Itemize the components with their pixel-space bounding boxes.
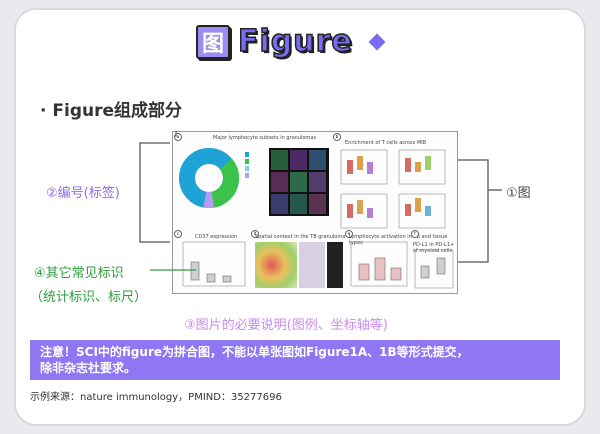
note-line2: 除非杂志社要求。 — [40, 361, 137, 375]
note-line1: 注意！SCI中的figure为拼合图，不能以单张图如Figure1A、1B等形式… — [40, 345, 469, 359]
note-banner: 注意！SCI中的figure为拼合图，不能以单张图如Figure1A、1B等形式… — [30, 340, 560, 380]
source-text: 示例来源：nature immunology，PMIND：35277696 — [30, 392, 282, 403]
